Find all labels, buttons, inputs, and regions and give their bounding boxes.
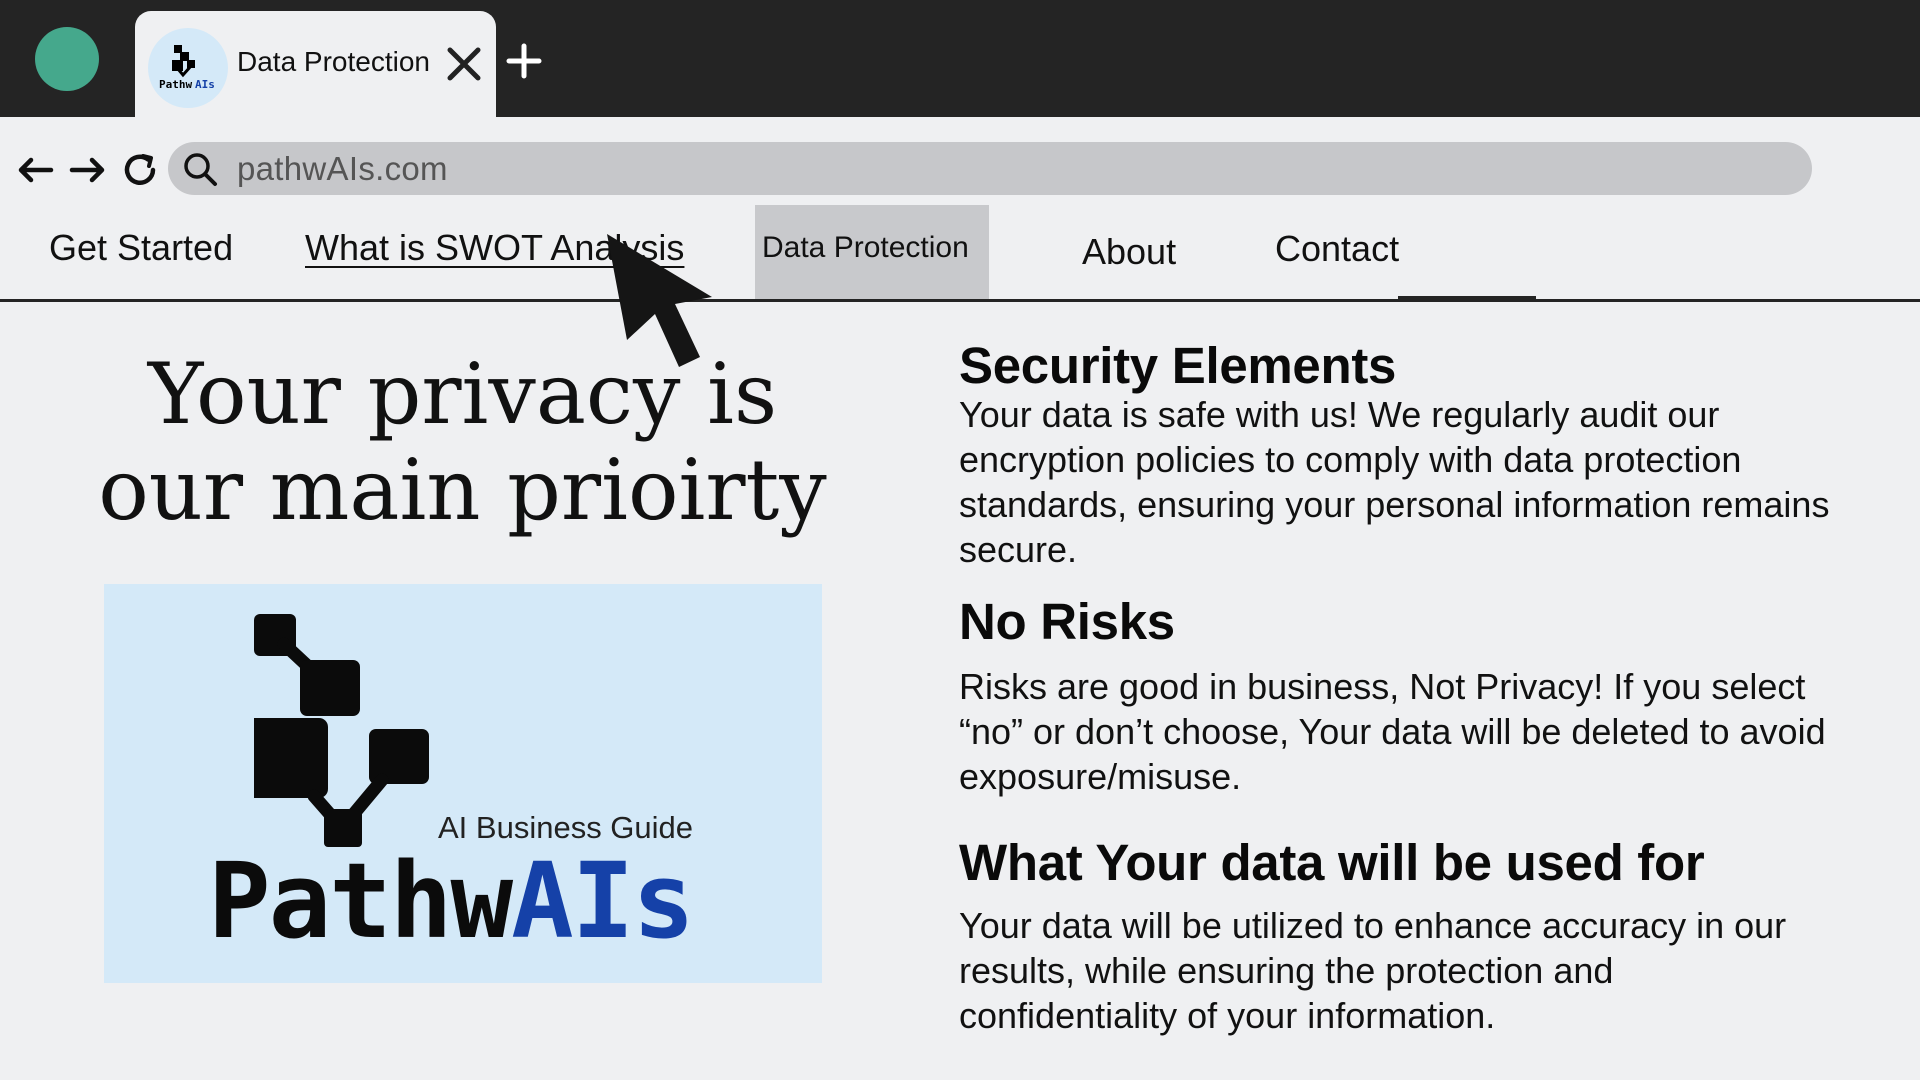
hero-title-line-2: our main prioirty [98, 441, 827, 539]
window-control-dot[interactable] [35, 27, 99, 91]
section-text-security: Your data is safe with us! We regularly … [959, 394, 1830, 570]
logo-wordmark-pathw: Pathw [208, 840, 513, 962]
plus-icon[interactable] [505, 42, 543, 80]
nav-link-get-started[interactable]: Get Started [49, 227, 233, 269]
nav-divider [0, 299, 1920, 302]
forward-arrow-icon[interactable] [68, 150, 108, 190]
nav-link-swot-analysis[interactable]: What is SWOT Analysis [305, 227, 684, 269]
hero-title: Your privacy is our main prioirty [40, 346, 885, 538]
address-bar[interactable]: pathwAIs.com [168, 142, 1812, 195]
section-text-data-usage: Your data will be utilized to enhance ac… [959, 905, 1787, 1036]
close-icon[interactable] [445, 45, 483, 83]
reload-icon[interactable] [121, 150, 161, 190]
hero-title-line-1: Your privacy is [147, 345, 778, 443]
browser-tab-active[interactable]: Pathw AIs Data Protection [135, 11, 496, 117]
section-heading-security: Security Elements [959, 337, 1397, 394]
pathwais-logo-icon: Pathw AIs [148, 28, 228, 108]
section-heading-no-risks: No Risks [959, 593, 1175, 650]
logo-wordmark-ais: AIs [511, 840, 695, 962]
nav-link-data-protection[interactable]: Data Protection [762, 231, 969, 265]
svg-text:AIs: AIs [195, 78, 215, 91]
logo-wordmark: PathwAIs [208, 846, 695, 956]
section-heading-data-usage: What Your data will be used for [959, 834, 1705, 891]
nav-link-about[interactable]: About [1082, 231, 1176, 273]
address-bar-url[interactable]: pathwAIs.com [237, 150, 448, 188]
nav-link-contact[interactable]: Contact [1275, 228, 1399, 270]
search-icon [182, 151, 218, 187]
section-text-no-risks: Risks are good in business, Not Privacy!… [959, 666, 1826, 797]
site-navigation: Get Started What is SWOT Analysis Data P… [0, 205, 1920, 302]
tab-title: Data Protection [237, 46, 430, 77]
svg-text:Pathw: Pathw [159, 78, 192, 91]
back-arrow-icon[interactable] [15, 150, 55, 190]
pathwais-logo: AI Business Guide PathwAIs [104, 584, 822, 983]
browser-tab-bar: Pathw AIs Data Protection [0, 0, 1920, 117]
